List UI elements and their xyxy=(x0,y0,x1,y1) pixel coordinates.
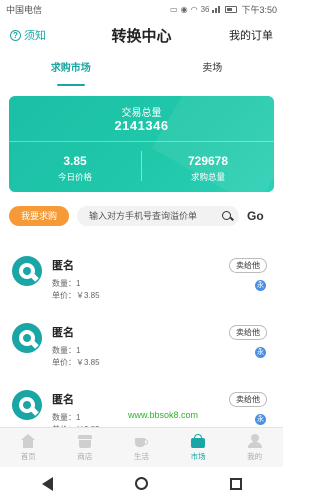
eye-icon: ◉ xyxy=(180,4,188,14)
cup-icon xyxy=(133,434,149,448)
my-orders-link[interactable]: 我的订单 xyxy=(229,27,273,43)
permanent-badge: 永 xyxy=(255,347,266,358)
status-icons: ▭ ◉ ◠ 36 xyxy=(170,4,238,14)
sell-to-him-button[interactable]: 卖给他 xyxy=(229,258,267,273)
notice-label: 须知 xyxy=(24,30,46,42)
signal-icon xyxy=(212,5,222,13)
total-volume-label: 交易总量 xyxy=(121,108,162,119)
go-button[interactable]: Go xyxy=(247,209,264,223)
tab-buy-market[interactable]: 求购市场 xyxy=(0,56,142,86)
buy-total-block: 729678 求购总量 xyxy=(142,154,274,183)
summary-card: 交易总量 2141346 3.85 今日价格 729678 求购总量 xyxy=(9,96,274,192)
question-icon: ? xyxy=(10,29,21,41)
system-recents-button[interactable] xyxy=(221,472,251,496)
tab-sell-market[interactable]: 卖场 xyxy=(142,56,284,86)
nav-market[interactable]: 市场 xyxy=(170,428,227,467)
nav-label: 市场 xyxy=(190,451,206,461)
quantity-text: 数量：1 xyxy=(52,346,81,355)
nav-mine[interactable]: 我的 xyxy=(226,428,283,467)
search-box xyxy=(77,206,239,226)
carrier-label: 中国电信 xyxy=(6,4,43,15)
list-item: 匿名 数量：1 单价：￥3.85 卖给他 永 xyxy=(0,317,283,384)
home-circle-icon xyxy=(134,477,148,490)
buyer-name: 匿名 xyxy=(52,327,74,339)
search-icon[interactable] xyxy=(222,210,233,222)
want-buy-button[interactable]: 我要求购 xyxy=(9,206,69,226)
buyer-name: 匿名 xyxy=(52,260,74,272)
watermark-text: www.bbsok8.com xyxy=(128,410,199,420)
signal-text: 36 xyxy=(200,4,210,14)
today-price-block: 3.85 今日价格 xyxy=(9,154,141,183)
app-header: ? 须知 转换中心 我的订单 xyxy=(0,18,283,52)
nav-label: 生活 xyxy=(133,451,149,461)
unit-price-text: 单价：￥3.85 xyxy=(52,291,100,300)
buy-total-label: 求购总量 xyxy=(190,172,225,182)
unit-price-text: 单价：￥3.85 xyxy=(52,358,100,367)
nav-label: 我的 xyxy=(247,451,263,461)
quantity-text: 数量：1 xyxy=(52,413,81,422)
user-icon xyxy=(247,433,263,448)
status-bar: 中国电信 ▭ ◉ ◠ 36 下午3:50 xyxy=(0,0,283,18)
avatar xyxy=(12,323,42,353)
wifi-icon: ◠ xyxy=(190,4,198,14)
quantity-text: 数量：1 xyxy=(52,279,81,288)
search-row: 我要求购 Go xyxy=(9,205,274,227)
avatar xyxy=(12,256,42,286)
system-home-button[interactable] xyxy=(126,472,156,496)
avatar xyxy=(12,390,42,420)
clock: 下午3:50 xyxy=(241,4,277,15)
sell-to-him-button[interactable]: 卖给他 xyxy=(229,325,267,340)
back-triangle-icon xyxy=(41,476,53,491)
permanent-badge: 永 xyxy=(255,280,266,291)
permanent-badge: 永 xyxy=(255,414,266,425)
order-list: 匿名 数量：1 单价：￥3.85 卖给他 永 匿名 数量：1 单价：￥3.85 … xyxy=(0,250,283,451)
recents-square-icon xyxy=(229,477,242,490)
today-price-value: 3.85 xyxy=(63,154,87,168)
notice-button[interactable]: ? 须知 xyxy=(10,27,46,43)
shop-icon xyxy=(77,434,93,448)
nav-home[interactable]: 首页 xyxy=(0,428,57,467)
home-icon xyxy=(20,433,36,448)
card-divider xyxy=(9,141,274,142)
status-right: ▭ ◉ ◠ 36 下午3:50 xyxy=(170,3,277,16)
system-nav-bar xyxy=(0,467,283,500)
nav-label: 首页 xyxy=(20,451,36,461)
bottom-nav: 首页 商店 生活 市场 我的 xyxy=(0,427,283,467)
nav-label: 商店 xyxy=(77,451,93,461)
list-item: 匿名 数量：1 单价：￥3.85 卖给他 永 xyxy=(0,250,283,317)
market-bag-icon xyxy=(190,433,206,448)
notification-icon: ▭ xyxy=(170,4,178,14)
nav-life[interactable]: 生活 xyxy=(113,428,170,467)
buyer-name: 匿名 xyxy=(52,394,74,406)
nav-shop[interactable]: 商店 xyxy=(57,428,114,467)
sell-to-him-button[interactable]: 卖给他 xyxy=(229,392,267,407)
total-volume-value: 2141346 xyxy=(114,118,169,133)
system-back-button[interactable] xyxy=(32,472,62,496)
buy-total-value: 729678 xyxy=(187,154,229,168)
phone-search-input[interactable] xyxy=(89,211,218,221)
battery-icon xyxy=(225,5,238,13)
today-price-label: 今日价格 xyxy=(57,172,92,182)
market-tabs: 求购市场 卖场 xyxy=(0,56,283,86)
